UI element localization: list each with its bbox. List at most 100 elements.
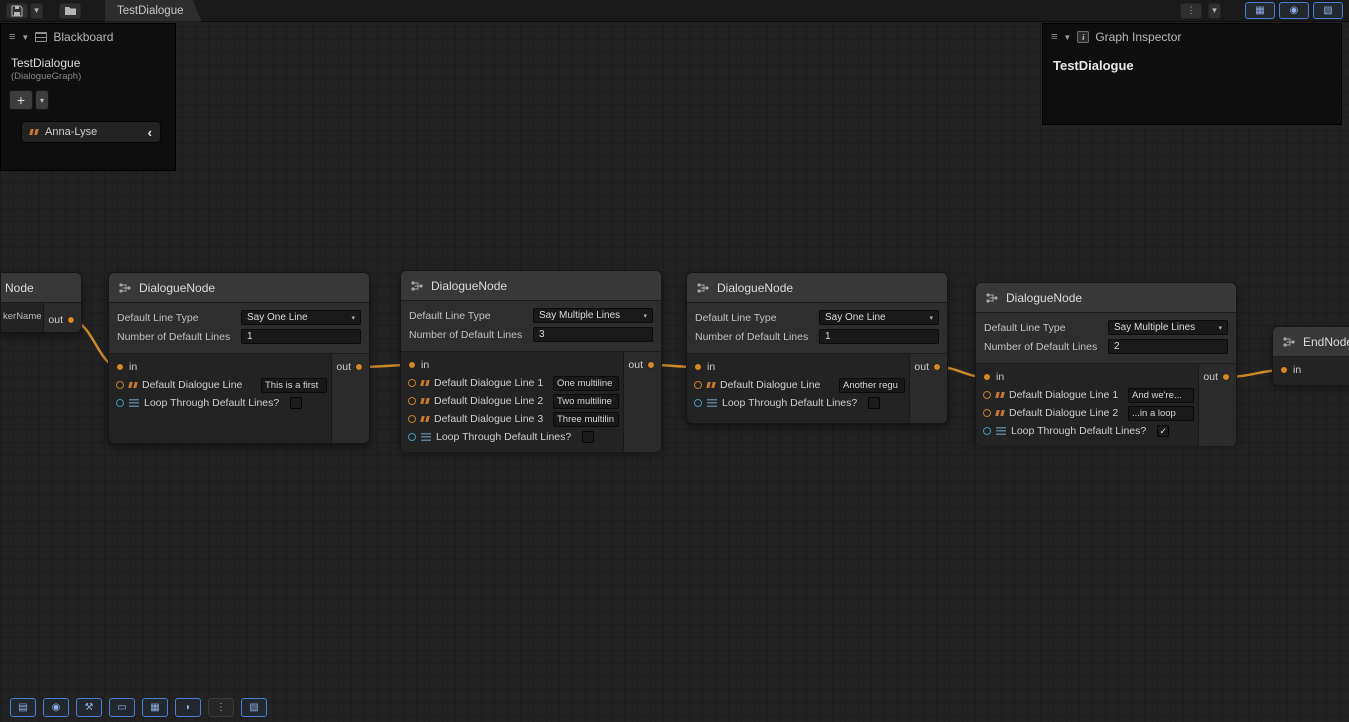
output-port[interactable] (647, 361, 655, 369)
toggle-inspector-button[interactable]: ◉ (1279, 2, 1309, 19)
out-port-label: out (914, 361, 929, 373)
line-type-dropdown[interactable]: Say Multiple Lines ▾ (533, 308, 653, 323)
num-lines-input[interactable]: 3 (533, 327, 653, 342)
loop-icon (996, 427, 1006, 435)
string-port[interactable] (408, 397, 416, 405)
end-node[interactable]: EndNode in (1272, 326, 1349, 384)
chevron-down-icon: ▾ (34, 5, 39, 16)
line-type-dropdown[interactable]: Say One Line ▾ (819, 310, 939, 325)
node-title[interactable]: DialogueNode (109, 273, 369, 303)
frame-button[interactable]: ▭ (109, 698, 135, 717)
output-port[interactable] (933, 363, 941, 371)
save-dropdown-button[interactable]: ▾ (30, 3, 43, 19)
loop-checkbox[interactable] (582, 431, 594, 443)
blackboard-button[interactable]: ▦ (142, 698, 168, 717)
line-type-dropdown[interactable]: Say One Line ▾ (241, 310, 361, 325)
chevron-down-icon: ▾ (1218, 324, 1222, 332)
bool-port[interactable] (116, 399, 124, 407)
tools-button[interactable]: ⚒ (76, 698, 102, 717)
line-text-field[interactable]: And we're... (1128, 388, 1194, 403)
loop-label: Loop Through Default Lines? (436, 431, 571, 443)
open-folder-button[interactable] (59, 3, 81, 19)
string-port[interactable] (408, 415, 416, 423)
string-port[interactable] (116, 381, 124, 389)
blackboard-header[interactable]: ≡ ▼ Blackboard (1, 24, 175, 50)
num-lines-input[interactable]: 1 (241, 329, 361, 344)
play-button[interactable]: ◗ (175, 698, 201, 717)
input-port[interactable] (408, 361, 416, 369)
bool-port[interactable] (408, 433, 416, 441)
more-menu-button[interactable]: ⋮ (1180, 3, 1202, 19)
quote-icon (995, 410, 999, 416)
dropdown-value: Say One Line (247, 312, 308, 323)
save-button[interactable] (6, 3, 28, 19)
loop-checkbox[interactable] (290, 397, 302, 409)
console-button[interactable]: ▤ (10, 698, 36, 717)
node-title[interactable]: EndNode (1273, 327, 1349, 357)
output-port[interactable] (67, 316, 75, 324)
dialogue-node-1[interactable]: DialogueNode Default Line Type Say One L… (108, 272, 370, 444)
node-title[interactable]: Node (1, 273, 81, 303)
output-port[interactable] (1222, 373, 1230, 381)
node-title[interactable]: DialogueNode (687, 273, 947, 303)
node-title-label: DialogueNode (431, 279, 507, 293)
more-button[interactable]: ⋮ (208, 698, 234, 717)
string-port[interactable] (983, 409, 991, 417)
toggle-blackboard-button[interactable]: ▦ (1245, 2, 1275, 19)
save-icon (11, 5, 23, 17)
collapse-arrow-icon[interactable]: ▼ (1063, 33, 1071, 42)
chevron-left-icon[interactable]: ‹ (148, 125, 152, 140)
string-port[interactable] (983, 391, 991, 399)
node-input-column: in Default Dialogue Line 1 And we're... … (976, 364, 1198, 446)
blackboard-graph-type: (DialogueGraph) (1, 70, 175, 82)
add-variable-button[interactable]: + (9, 90, 33, 110)
inspector-header[interactable]: ≡ ▼ i Graph Inspector (1043, 24, 1341, 50)
string-port[interactable] (408, 379, 416, 387)
graph-tab-label: TestDialogue (117, 5, 183, 17)
line-text-field[interactable]: ...in a loop (1128, 406, 1194, 421)
input-port[interactable] (694, 363, 702, 371)
node-title[interactable]: DialogueNode (401, 271, 661, 301)
line-text-field[interactable]: Two multiline (553, 394, 619, 409)
toggle-preview-button[interactable]: ▧ (1313, 2, 1343, 19)
node-output-column: out (1198, 364, 1236, 446)
line-text-field[interactable]: One multiline (553, 376, 619, 391)
num-lines-input[interactable]: 2 (1108, 339, 1228, 354)
bool-port[interactable] (694, 399, 702, 407)
inspector-button[interactable]: ◉ (43, 698, 69, 717)
input-port[interactable] (1280, 366, 1288, 374)
dialogue-node-4[interactable]: DialogueNode Default Line Type Say Multi… (975, 282, 1237, 442)
input-port[interactable] (116, 363, 124, 371)
blackboard-title: Blackboard (53, 30, 113, 44)
line-text-field[interactable]: This is a first (261, 378, 327, 393)
drag-handle-icon[interactable]: ≡ (9, 31, 15, 43)
console-icon: ▤ (18, 702, 27, 713)
node-speaker-clipped[interactable]: Node kerName out (0, 272, 82, 333)
line-label: Default Dialogue Line (142, 379, 242, 391)
chevron-down-icon: ▾ (929, 314, 933, 322)
collapse-arrow-icon[interactable]: ▼ (21, 33, 29, 42)
dialogue-node-2[interactable]: DialogueNode Default Line Type Say Multi… (400, 270, 662, 450)
line-text-field[interactable]: Another regu (839, 378, 905, 393)
line-type-dropdown[interactable]: Say Multiple Lines ▾ (1108, 320, 1228, 335)
line-text-field[interactable]: Three multilin (553, 412, 619, 427)
code-button[interactable]: ▧ (241, 698, 267, 717)
string-port[interactable] (694, 381, 702, 389)
loop-checkbox[interactable] (868, 397, 880, 409)
num-lines-input[interactable]: 1 (819, 329, 939, 344)
loop-checkbox[interactable]: ✓ (1157, 425, 1169, 437)
graph-tab[interactable]: TestDialogue (105, 0, 201, 22)
bool-port[interactable] (983, 427, 991, 435)
drag-handle-icon[interactable]: ≡ (1051, 31, 1057, 43)
in-port-label: in (1293, 364, 1301, 376)
more-menu-dropdown[interactable]: ▾ (1208, 3, 1221, 19)
input-port[interactable] (983, 373, 991, 381)
blackboard-panel: ≡ ▼ Blackboard TestDialogue (DialogueGra… (0, 23, 176, 171)
add-variable-dropdown[interactable]: ▾ (35, 90, 49, 110)
prop-label: Number of Default Lines (117, 331, 241, 343)
node-title[interactable]: DialogueNode (976, 283, 1236, 313)
output-port[interactable] (355, 363, 363, 371)
node-output-column: out (909, 354, 947, 423)
blackboard-variable-row[interactable]: Anna-Lyse ‹ (21, 121, 161, 143)
dialogue-node-3[interactable]: DialogueNode Default Line Type Say One L… (686, 272, 948, 424)
